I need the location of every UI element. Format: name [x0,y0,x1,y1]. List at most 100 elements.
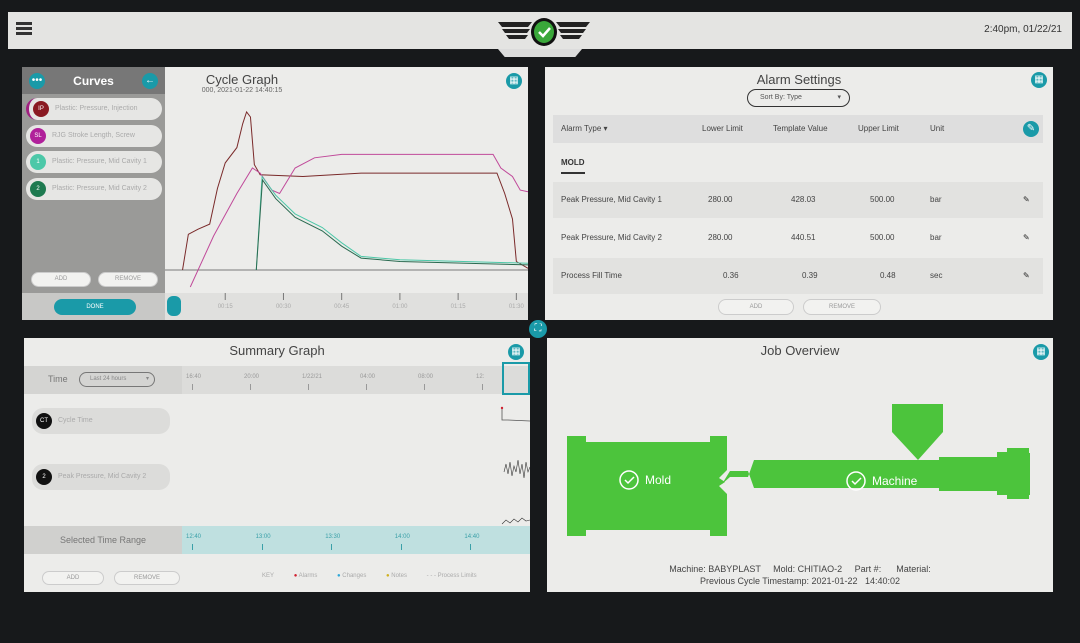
table-row: Peak Pressure, Mid Cavity 2 280.00 440.51 5… [553,220,1043,256]
axis-tick [261,544,263,550]
curve-item[interactable]: 2 Plastic: Pressure, Mid Cavity 2 [26,178,162,200]
remove-summary-button[interactable]: REMOVE [114,571,180,585]
range-handle[interactable] [502,362,530,395]
curve-item[interactable]: SL RJG Stroke Length, Screw [26,125,162,147]
axis-tick-label: 12: [476,374,485,380]
axis-tick [366,384,367,390]
axis-tick [424,384,425,390]
curve-item[interactable]: IP Plastic: Pressure, Injection [26,98,162,120]
job-overview-panel: Job Overview ▦ Mold Machine Machine: BAB… [547,338,1053,592]
status-logo-icon [498,18,590,46]
axis-tick [192,544,193,550]
axis-tick-label: 14:40 [464,534,480,540]
machine-diagram [567,404,1030,536]
table-row: Peak Pressure, Mid Cavity 1 280.00 428.03 5… [553,182,1043,218]
sort-label: Sort By: [760,94,785,101]
summary-row-peak-pressure[interactable]: 2 Peak Pressure, Mid Cavity 2 [32,464,170,490]
edit-pencil-icon[interactable]: ✎ [1023,195,1033,205]
col-template-value: Template Value [773,124,828,133]
remove-curve-button[interactable]: REMOVE [98,272,158,287]
cycle-graph-panel: ••• Curves ← IP Plastic: Pressure, Inject… [22,67,528,320]
mold-label[interactable]: Mold [645,473,671,487]
axis-tick [331,544,333,550]
axis-tick-label: 14:00 [394,534,410,540]
job-info: Machine: BABYPLAST Mold: CHITIAO-2 Part … [669,564,931,574]
series-line [189,153,528,288]
summary-sparklines [500,406,530,525]
curve-label: RJG Stroke Length, Screw [52,132,135,139]
add-alarm-button[interactable]: ADD [718,299,794,315]
curve-label: Plastic: Pressure, Mid Cavity 2 [52,185,147,192]
cycle-chart: 00:15 00:30 00:45 01:00 01:15 01:30 [165,110,528,320]
alarm-settings-title: Alarm Settings [756,72,842,87]
time-label: Time [48,374,68,384]
time-axis[interactable]: 16:40 20:00 1/22/21 04:00 08:00 12: [182,366,530,394]
curve-badge: 2 [30,181,46,197]
series-line [182,110,528,271]
curve-badge: 1 [30,154,46,170]
summary-graph-panel: Summary Graph ▦ Time Last 24 hours ▾ 16:4… [24,338,530,592]
grid-menu-icon[interactable]: ▦ [508,344,524,360]
axis-tick-label: 13:00 [255,534,271,540]
axis-tick-label: 08:00 [418,374,434,380]
axis-tick-label: 16:40 [186,374,202,380]
add-summary-button[interactable]: ADD [42,571,104,585]
curve-item[interactable]: 1 Plastic: Pressure, Mid Cavity 1 [26,151,162,173]
curve-badge: SL [30,128,46,144]
edit-all-icon[interactable]: ✎ [1023,121,1039,137]
remove-alarm-button[interactable]: REMOVE [803,299,881,315]
axis-tick [482,384,483,390]
range-handle[interactable] [167,296,181,316]
col-unit: Unit [930,124,945,133]
axis-tick-label: 1/22/21 [302,374,323,380]
alarm-settings-panel: Alarm Settings Sort By: Type ▾ ▦ Alarm T… [545,67,1053,320]
table-header: Alarm Type ▾ Lower Limit Template Value … [553,115,1043,143]
table-row: Process Fill Time 0.36 0.39 0.48 sec ✎ [553,258,1043,294]
col-upper-limit: Upper Limit [858,124,899,133]
add-curve-button[interactable]: ADD [31,272,91,287]
col-lower-limit: Lower Limit [702,124,743,133]
expand-icon[interactable]: ⛶ [529,320,547,338]
time-range-select[interactable]: Last 24 hours ▾ [79,372,155,387]
summary-graph-title: Summary Graph [229,343,325,358]
top-bar-notch[interactable] [498,49,582,57]
x-tick-label: 01:15 [451,304,467,310]
col-alarm-type[interactable]: Alarm Type ▾ [561,115,608,143]
x-tick-label: 00:30 [276,304,292,310]
done-button[interactable]: DONE [54,299,136,315]
group-mold: MOLD [561,158,585,174]
axis-tick-label: 04:00 [360,374,376,380]
curve-badge: IP [33,101,49,117]
edit-pencil-icon[interactable]: ✎ [1023,233,1033,243]
axis-tick [400,544,402,550]
hopper-shape [892,404,943,460]
x-tick-label: 01:00 [392,304,408,310]
time-bar: Time Last 24 hours ▾ 16:40 20:00 1/22/21 04:… [24,362,530,395]
axis-tick [250,384,251,390]
hamburger-icon[interactable] [16,22,32,36]
clock: 2:40pm, 01/22/21 [984,24,1062,35]
x-tick-label: 00:45 [334,304,350,310]
series-line [255,178,528,271]
x-tick-label: 01:30 [509,304,525,310]
selected-range-axis[interactable]: 12:40 13:00 13:30 14:00 14:40 [182,526,530,554]
sidebar-footer: DONE [22,293,165,320]
sort-select[interactable]: Sort By: Type ▾ [747,89,850,107]
edit-pencil-icon[interactable]: ✎ [1023,271,1033,281]
axis-tick-label: 20:00 [244,374,260,380]
axis-tick [470,544,472,550]
axis-tick-label: 12:40 [186,534,202,540]
summary-row-cycle-time[interactable]: CT Cycle Time [32,408,170,434]
machine-label[interactable]: Machine [872,474,917,488]
key-legend: KEY ● Alarms ● Changes ● Notes - - - Pro… [262,573,477,579]
curve-label: Plastic: Pressure, Mid Cavity 1 [52,158,147,165]
chevron-down-icon: ▾ [145,376,149,382]
x-tick-label: 00:15 [218,304,234,310]
curves-sidebar: ••• Curves ← IP Plastic: Pressure, Inject… [22,67,165,320]
selected-range-bar: Selected Time Range 12:40 13:00 13:30 14:00… [24,526,530,554]
curve-label: Plastic: Pressure, Injection [55,105,138,112]
axis-tick [192,384,193,390]
series-line [255,175,528,271]
grid-menu-icon[interactable]: ▦ [1031,72,1047,88]
axis-tick [308,384,309,390]
